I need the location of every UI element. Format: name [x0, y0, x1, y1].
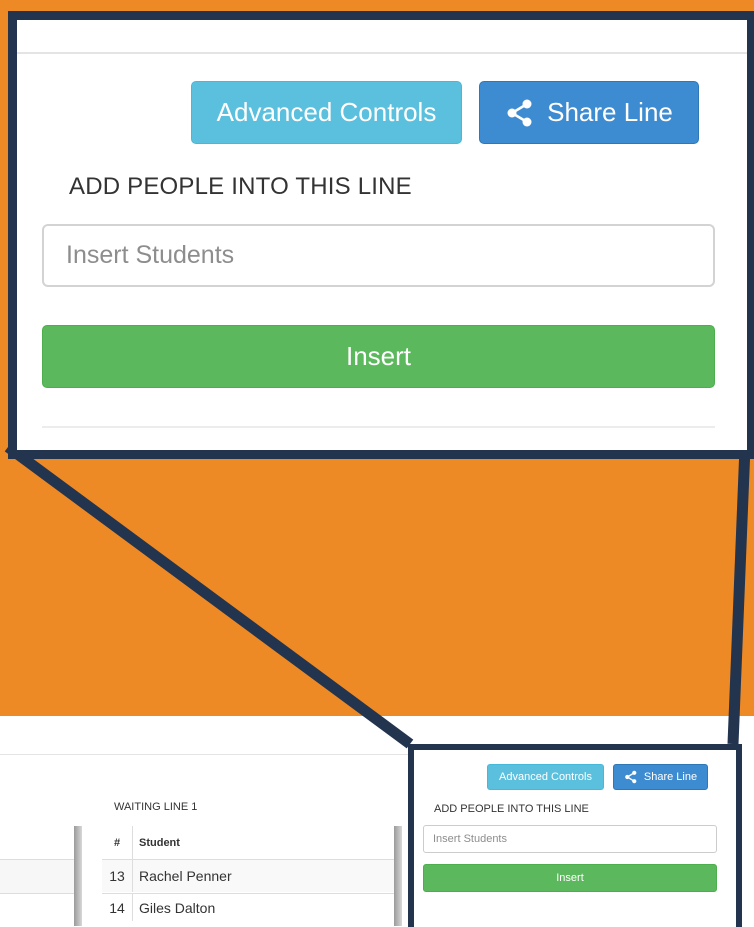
share-icon [507, 99, 532, 126]
share-line-button[interactable]: Share Line [613, 764, 708, 790]
insert-button[interactable]: Insert [423, 864, 717, 892]
column-shadow [74, 826, 82, 926]
share-icon [625, 770, 637, 784]
advanced-controls-button[interactable]: Advanced Controls [191, 81, 462, 144]
insert-students-input[interactable] [423, 825, 717, 853]
student-name: Giles Dalton [139, 899, 216, 916]
column-shadow [394, 826, 402, 926]
table-row[interactable]: 14 Giles Dalton [102, 893, 394, 921]
advanced-controls-label: Advanced Controls [499, 771, 592, 783]
advanced-controls-button[interactable]: Advanced Controls [487, 764, 604, 790]
zoomed-callout-panel: Advanced Controls Share Line ADD PEOPLE … [8, 11, 754, 459]
share-line-label: Share Line [547, 97, 673, 127]
divider [17, 52, 747, 54]
advanced-controls-label: Advanced Controls [216, 97, 437, 127]
share-line-button[interactable]: Share Line [479, 81, 699, 144]
insert-button[interactable]: Insert [42, 325, 715, 388]
waiting-line-table-header: # Student [102, 826, 394, 859]
row-number: 14 [102, 894, 133, 921]
divider [42, 426, 715, 428]
add-people-heading: ADD PEOPLE INTO THIS LINE [434, 803, 589, 815]
student-name: Rachel Penner [139, 868, 232, 884]
page-header-divider [0, 754, 410, 755]
table-row[interactable]: 13 Rachel Penner [102, 859, 394, 892]
column-header-number: # [102, 826, 133, 859]
table-row [0, 860, 74, 893]
insert-students-input[interactable] [42, 224, 715, 287]
share-line-label: Share Line [643, 771, 698, 783]
column-header-student: Student [139, 836, 180, 849]
previous-line-table [0, 826, 74, 926]
row-number: 13 [102, 860, 133, 892]
add-people-panel: Advanced Controls Share Line ADD PEOPLE … [408, 744, 742, 927]
add-people-heading: ADD PEOPLE INTO THIS LINE [69, 173, 412, 200]
waiting-line-title: WAITING LINE 1 [114, 801, 198, 813]
insert-label: Insert [345, 341, 412, 371]
insert-label: Insert [556, 872, 584, 884]
